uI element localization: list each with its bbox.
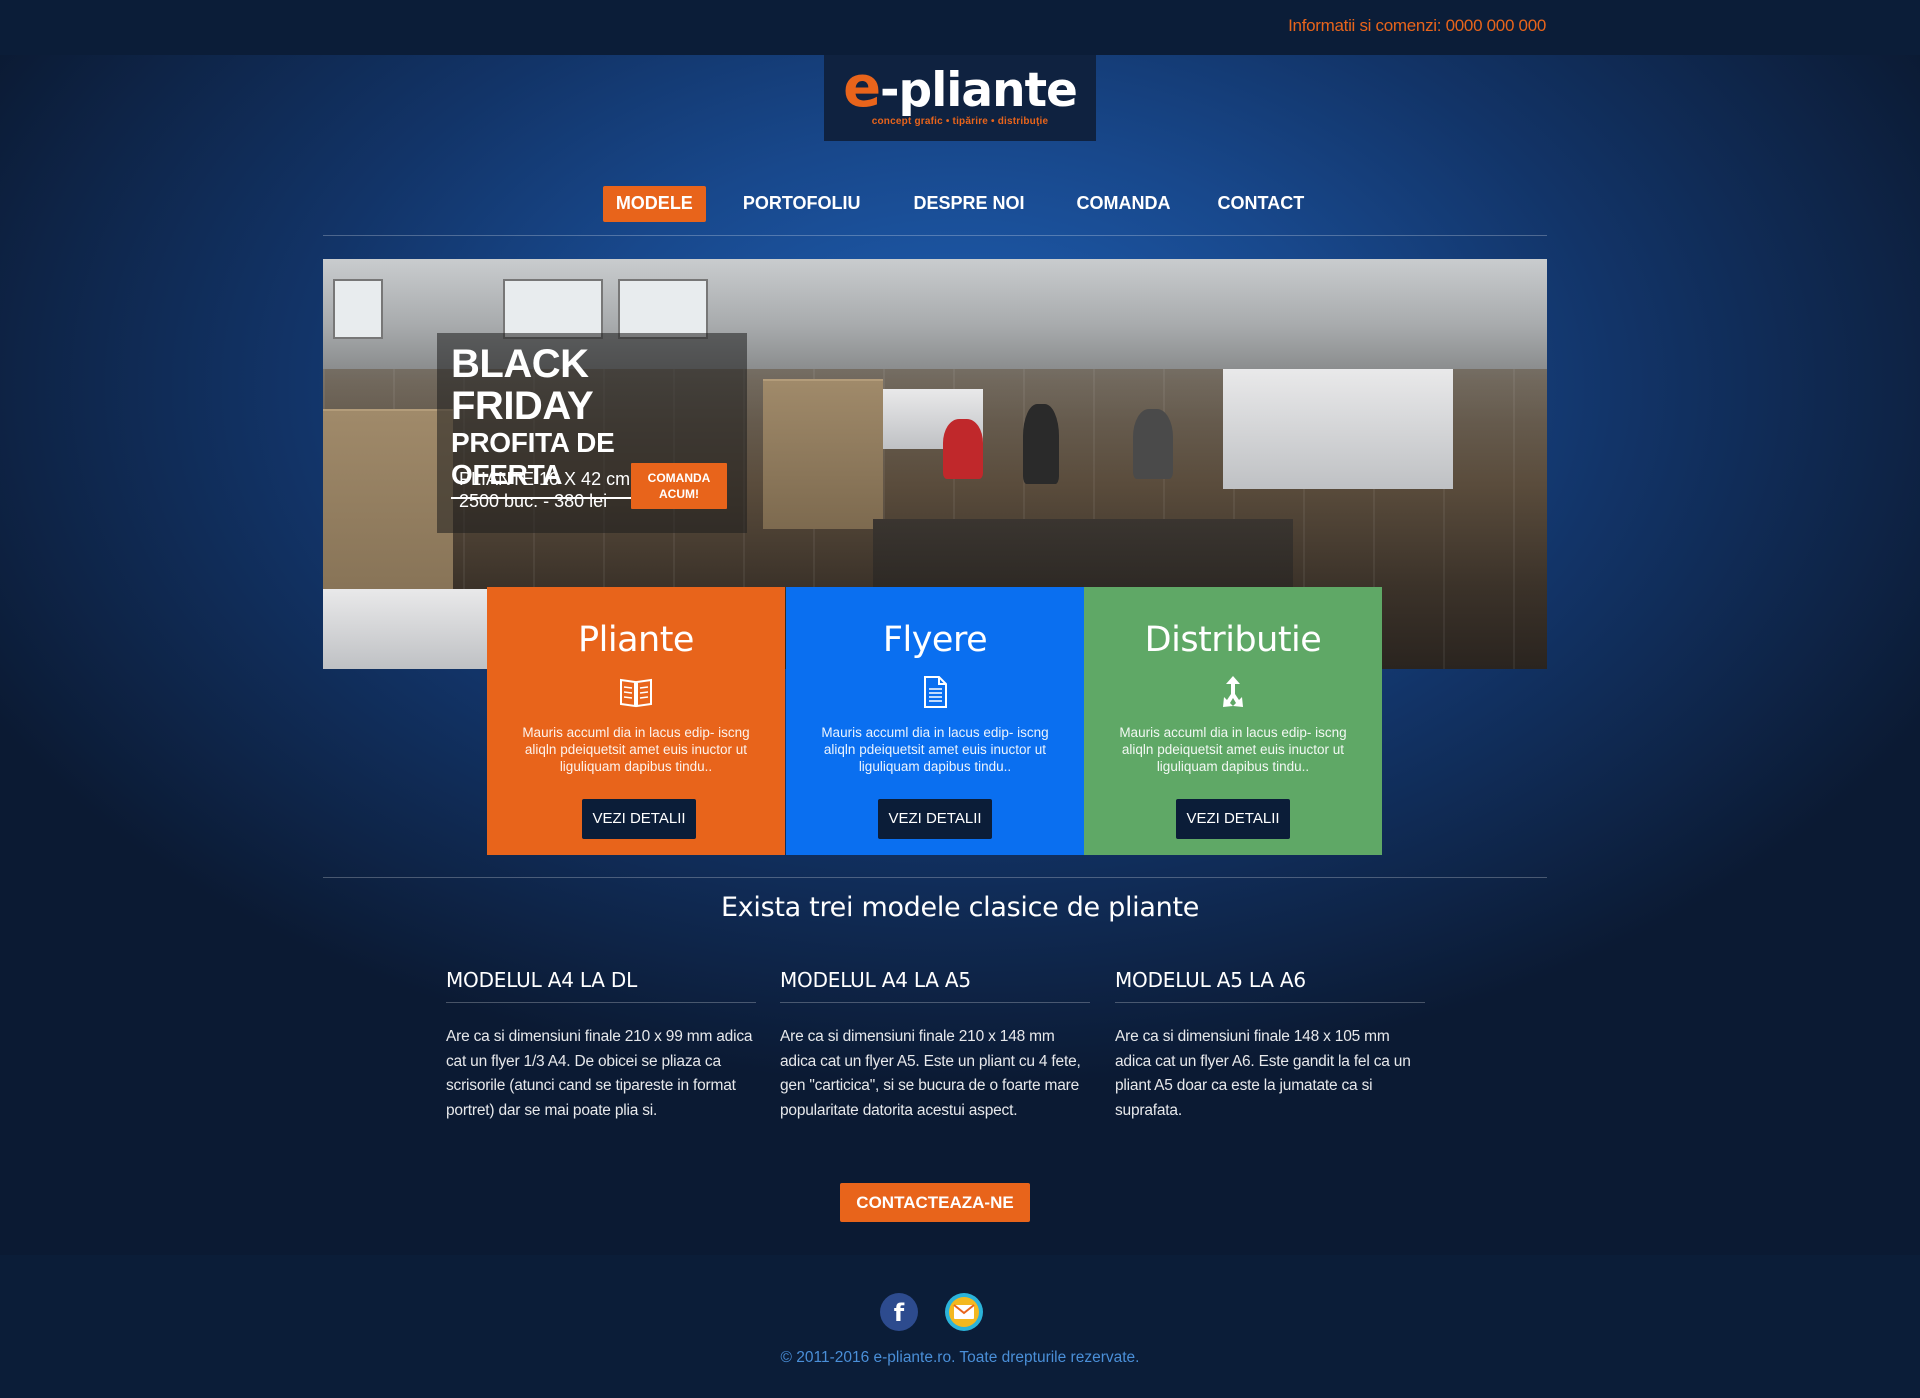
card-text: Mauris accuml dia in lacus edip- iscng a… — [821, 725, 1049, 774]
top-bar: Informatii si comenzi: 0000 000 000 — [0, 0, 1920, 55]
logo[interactable]: e-pliante concept grafic • tipărire • di… — [824, 55, 1096, 141]
copyright: © 2011-2016 e-pliante.ro. Toate drepturi… — [780, 1349, 1140, 1366]
hero-photo-boxes — [763, 379, 883, 529]
model-column: MODELUL A5 LA A6 Are ca si dimensiuni fi… — [1115, 968, 1425, 1123]
order-now-button[interactable]: COMANDA ACUM! — [631, 463, 727, 509]
hero-photo-worker — [1133, 409, 1173, 479]
facebook-icon[interactable]: f — [880, 1293, 918, 1331]
card-flyere: Flyere Mauris accuml dia in lacus edip- … — [786, 587, 1084, 855]
section-title: Exista trei modele clasice de pliante — [720, 892, 1200, 923]
contact-us-button[interactable]: CONTACTEAZA-NE — [840, 1183, 1030, 1222]
model-title: MODELUL A4 LA DL — [446, 968, 756, 1003]
details-button[interactable]: VEZI DETALII — [582, 799, 696, 839]
logo-wordmark: e-pliante — [843, 55, 1078, 120]
contact-info: Informatii si comenzi: 0000 000 000 — [1288, 16, 1546, 35]
model-title: MODELUL A5 LA A6 — [1115, 968, 1425, 1003]
order-now-label: COMANDA — [647, 471, 711, 485]
promo-detail-line: PLIANTE 10 X 42 cm — [459, 469, 631, 489]
nav-item-modele[interactable]: MODELE — [602, 186, 706, 222]
details-button[interactable]: VEZI DETALII — [1176, 799, 1290, 839]
promo-detail: PLIANTE 10 X 42 cm 2500 buc. - 380 lei — [459, 468, 630, 512]
details-button[interactable]: VEZI DETALII — [878, 799, 992, 839]
card-pliante: Pliante Mauris accuml dia in lacus edip-… — [487, 587, 785, 855]
nav-item-portofoliu[interactable]: PORTOFOLIU — [730, 186, 874, 222]
directions-icon — [1223, 676, 1243, 707]
envelope-icon — [949, 1297, 979, 1327]
card-title: Flyere — [882, 620, 988, 660]
promo-title: BLACK FRIDAY — [451, 342, 594, 428]
hero-photo-window — [333, 279, 383, 339]
model-text: Are ca si dimensiuni finale 148 x 105 mm… — [1115, 1028, 1411, 1119]
hero-photo-window — [503, 279, 603, 339]
book-icon — [620, 678, 652, 708]
model-text: Are ca si dimensiuni finale 210 x 99 mm … — [446, 1028, 753, 1119]
hero-photo-worker — [1023, 404, 1059, 484]
model-text: Are ca si dimensiuni finale 210 x 148 mm… — [780, 1028, 1081, 1119]
promo-box: BLACK FRIDAY PROFITA DE OFERTA PLIANTE 1… — [437, 333, 747, 533]
hero-photo-window — [618, 279, 708, 339]
promo-detail-line: 2500 buc. - 380 lei — [459, 491, 608, 511]
model-column: MODELUL A4 LA A5 Are ca si dimensiuni fi… — [780, 968, 1090, 1123]
card-title: Pliante — [578, 620, 694, 660]
email-icon[interactable] — [945, 1293, 983, 1331]
model-title: MODELUL A4 LA A5 — [780, 968, 1090, 1003]
hero-photo-paper — [1223, 369, 1453, 489]
nav-item-despre-noi[interactable]: DESPRE NOI — [901, 186, 1038, 222]
main-nav: MODELE PORTOFOLIU DESPRE NOI COMANDA CON… — [0, 186, 1920, 222]
card-text: Mauris accuml dia in lacus edip- iscng a… — [522, 725, 750, 774]
nav-item-contact[interactable]: CONTACT — [1205, 186, 1318, 222]
divider — [323, 877, 1547, 878]
document-icon — [924, 676, 947, 708]
model-column: MODELUL A4 LA DL Are ca si dimensiuni fi… — [446, 968, 756, 1123]
hero-photo-worker — [943, 419, 983, 479]
card-title: Distributie — [1144, 620, 1322, 660]
order-now-label: ACUM! — [659, 487, 699, 501]
card-text: Mauris accuml dia in lacus edip- iscng a… — [1119, 725, 1347, 774]
divider — [323, 235, 1547, 236]
card-distributie: Distributie Mauris accuml dia in lacus e… — [1084, 587, 1382, 855]
nav-item-comanda[interactable]: COMANDA — [1064, 186, 1184, 222]
